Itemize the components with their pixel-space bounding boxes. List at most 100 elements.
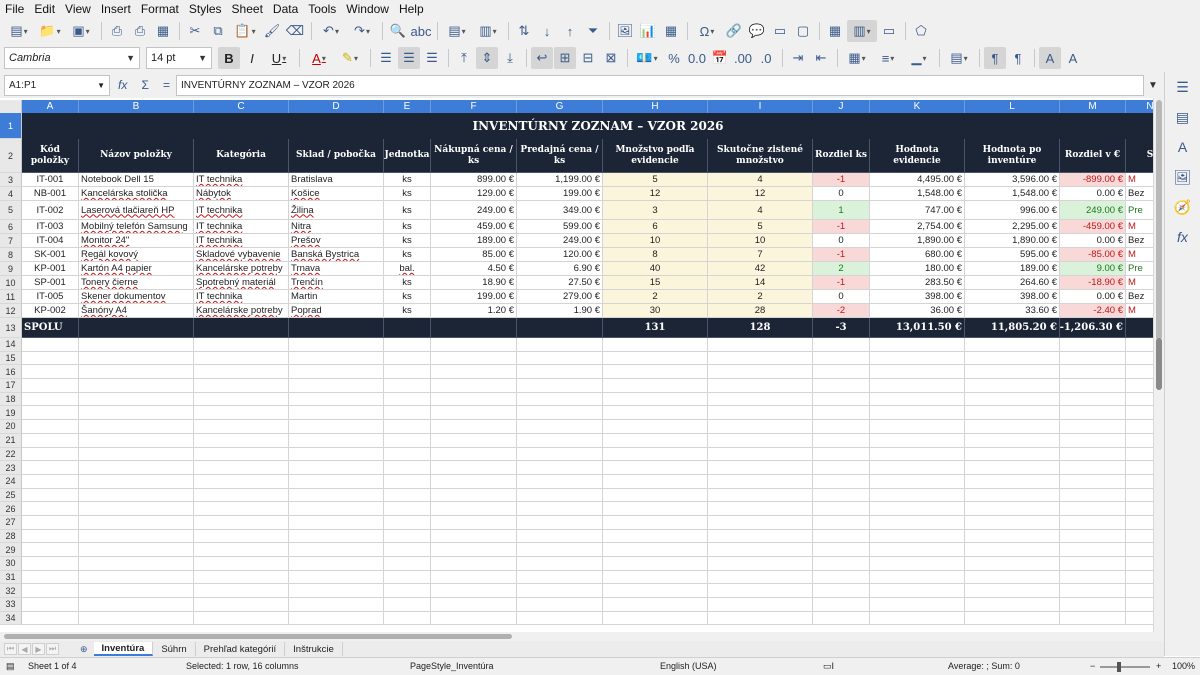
cell[interactable]: Bratislava: [289, 173, 384, 187]
cell[interactable]: 1,890.00 €: [965, 234, 1060, 248]
cell[interactable]: [79, 392, 194, 407]
cell[interactable]: [79, 543, 194, 557]
cell[interactable]: [708, 351, 813, 366]
cut-icon[interactable]: ✂: [184, 20, 206, 42]
cell[interactable]: [517, 502, 603, 516]
cell[interactable]: [603, 488, 708, 503]
cell[interactable]: M: [1126, 173, 1153, 187]
cell[interactable]: [708, 433, 813, 448]
cell[interactable]: 2: [603, 290, 708, 304]
insert-image-icon[interactable]: 🖼: [614, 20, 636, 42]
cell[interactable]: IT technika: [194, 234, 289, 248]
row-header[interactable]: 12: [0, 304, 22, 318]
cell[interactable]: [965, 474, 1060, 489]
row-header[interactable]: 11: [0, 290, 22, 304]
cell[interactable]: [431, 392, 517, 407]
cell[interactable]: [22, 338, 79, 352]
cell[interactable]: ks: [384, 187, 431, 201]
cell[interactable]: [708, 447, 813, 462]
cell[interactable]: [384, 584, 431, 599]
cell[interactable]: [813, 461, 870, 475]
cell[interactable]: [1126, 489, 1153, 503]
cell[interactable]: [1126, 420, 1153, 434]
cell[interactable]: [289, 447, 384, 462]
cell[interactable]: -1: [813, 220, 870, 234]
cell[interactable]: [79, 557, 194, 571]
cell[interactable]: 36.00 €: [870, 304, 965, 318]
cell[interactable]: [870, 447, 965, 462]
cell[interactable]: [79, 502, 194, 516]
column-icon[interactable]: ▥: [473, 20, 503, 42]
cell[interactable]: [289, 392, 384, 407]
cell[interactable]: [708, 598, 813, 612]
cell[interactable]: [1126, 530, 1153, 544]
cell[interactable]: [965, 433, 1060, 448]
merge-center-icon[interactable]: ⊞: [554, 47, 576, 69]
cell[interactable]: [1060, 406, 1126, 421]
chevron-down-icon[interactable]: ▼: [97, 81, 105, 90]
cell[interactable]: [517, 338, 603, 352]
freeze-columns-icon[interactable]: ▥: [847, 20, 877, 42]
row-header[interactable]: 19: [0, 406, 22, 421]
cell[interactable]: [22, 584, 79, 599]
cell[interactable]: 12: [708, 187, 813, 201]
add-decimal-icon[interactable]: .00: [732, 47, 754, 69]
cell[interactable]: [965, 529, 1060, 544]
cell[interactable]: [79, 584, 194, 599]
chevron-down-icon[interactable]: ▼: [126, 53, 135, 63]
cell[interactable]: [194, 598, 289, 612]
cell[interactable]: [870, 557, 965, 571]
border-style-icon[interactable]: ≡: [873, 47, 903, 69]
formula-input[interactable]: INVENTÚRNY ZOZNAM – VZOR 2026: [176, 74, 1144, 96]
cell[interactable]: [194, 584, 289, 599]
cell[interactable]: 0: [813, 187, 870, 201]
row-header[interactable]: 13: [0, 318, 22, 338]
column-title[interactable]: Rozdiel ks: [813, 139, 870, 173]
menu-item-insert[interactable]: Insert: [96, 0, 136, 18]
cell[interactable]: 2,754.00 €: [870, 220, 965, 234]
align-bottom-icon[interactable]: ⤓: [499, 47, 521, 69]
column-header-n[interactable]: N: [1126, 100, 1153, 113]
align-left-icon[interactable]: ☰: [375, 47, 397, 69]
cell[interactable]: -1: [813, 276, 870, 290]
menu-item-edit[interactable]: Edit: [29, 0, 60, 18]
cell[interactable]: [431, 502, 517, 516]
cell[interactable]: -2.40 €: [1060, 304, 1126, 318]
cell[interactable]: [708, 420, 813, 434]
cell[interactable]: [603, 420, 708, 434]
cell[interactable]: Nitra: [289, 220, 384, 234]
cell[interactable]: [1126, 318, 1153, 338]
cell[interactable]: [1126, 612, 1153, 626]
cell[interactable]: [965, 447, 1060, 462]
cell[interactable]: ks: [384, 276, 431, 290]
row-header[interactable]: 4: [0, 187, 22, 201]
cell[interactable]: [384, 611, 431, 626]
cell[interactable]: [384, 570, 431, 585]
cell[interactable]: [813, 543, 870, 557]
menu-item-view[interactable]: View: [60, 0, 96, 18]
row-header[interactable]: 9: [0, 262, 22, 276]
cell[interactable]: [194, 461, 289, 475]
cell[interactable]: KP-001: [22, 262, 79, 276]
cell[interactable]: [79, 433, 194, 448]
column-title[interactable]: Sklad / pobočka: [289, 139, 384, 173]
cell[interactable]: [870, 392, 965, 407]
cell[interactable]: Prešov: [289, 234, 384, 248]
formula-icon[interactable]: =: [163, 78, 170, 92]
cell[interactable]: [708, 474, 813, 489]
cell[interactable]: [22, 502, 79, 516]
cell[interactable]: [965, 598, 1060, 612]
row-header[interactable]: 25: [0, 488, 22, 503]
cell[interactable]: [22, 351, 79, 366]
sheet-tab[interactable]: Inštrukcie: [285, 642, 343, 656]
column-title[interactable]: Názov položky: [79, 139, 194, 173]
cell[interactable]: ks: [384, 234, 431, 248]
undo-icon[interactable]: ↶: [316, 20, 346, 42]
cell[interactable]: [289, 515, 384, 530]
cell[interactable]: bal.: [384, 262, 431, 276]
cell[interactable]: Mobilný telefón Samsung: [79, 220, 194, 234]
cell[interactable]: [431, 365, 517, 380]
cell[interactable]: 4: [708, 173, 813, 187]
cell[interactable]: 189.00 €: [431, 234, 517, 248]
zoom-in-icon[interactable]: +: [1156, 661, 1161, 671]
